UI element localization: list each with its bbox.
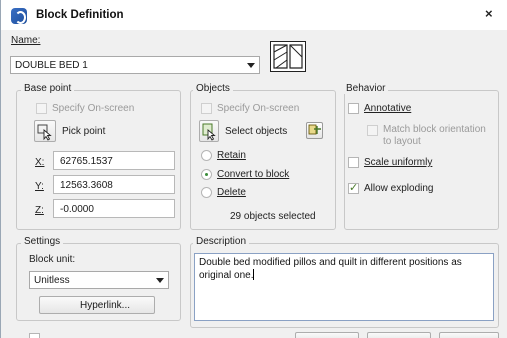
- quick-select-button[interactable]: [306, 122, 323, 139]
- pick-point-button[interactable]: [34, 120, 56, 142]
- select-objects-icon: [202, 123, 216, 141]
- pick-point-icon: [37, 124, 52, 141]
- hyperlink-button[interactable]: Hyperlink...: [39, 296, 155, 314]
- annotative-label[interactable]: Annotative: [364, 103, 411, 114]
- match-orientation-checkbox[interactable]: [367, 125, 378, 136]
- scale-uniformly-label[interactable]: Scale uniformly: [364, 157, 432, 168]
- quick-select-icon: [308, 124, 321, 135]
- cancel-button[interactable]: [367, 332, 431, 338]
- objects-specify-onscreen-label: Specify On-screen: [217, 103, 300, 114]
- annotative-checkbox[interactable]: [348, 103, 359, 114]
- allow-exploding-label[interactable]: Allow exploding: [364, 183, 434, 194]
- match-orientation-label-line1: Match block orientation: [383, 124, 486, 135]
- convert-to-block-radio[interactable]: [201, 169, 212, 180]
- x-value: 62765.1537: [60, 156, 113, 167]
- name-value: DOUBLE BED 1: [15, 60, 88, 71]
- name-combobox[interactable]: DOUBLE BED 1: [10, 56, 260, 74]
- x-coordinate-input[interactable]: 62765.1537: [53, 151, 175, 170]
- block-definition-dialog: Block Definition × Name: DOUBLE BED 1 Ba…: [0, 0, 507, 338]
- z-coordinate-input[interactable]: -0.0000: [53, 199, 175, 218]
- dialog-title: Block Definition: [36, 9, 124, 21]
- objects-title: Objects: [193, 83, 233, 94]
- block-preview-icon: [270, 41, 306, 72]
- block-unit-label: Block unit:: [29, 254, 76, 265]
- objects-selected-status: 29 objects selected: [230, 211, 316, 222]
- autocad-logo-icon: [11, 8, 27, 24]
- hyperlink-label: Hyperlink...: [80, 300, 131, 311]
- description-title: Description: [193, 236, 250, 247]
- scale-uniformly-checkbox[interactable]: [348, 157, 359, 168]
- description-text: Double bed modified pillos and quilt in …: [199, 257, 489, 282]
- name-label: Name:: [11, 35, 41, 46]
- open-in-editor-checkbox[interactable]: [29, 333, 40, 338]
- ok-button[interactable]: [295, 332, 359, 338]
- base-point-title: Base point: [21, 83, 75, 94]
- convert-to-block-label[interactable]: Convert to block: [217, 169, 289, 180]
- allow-exploding-checkbox[interactable]: [348, 181, 359, 194]
- base-specify-onscreen-checkbox[interactable]: [36, 103, 47, 114]
- x-label: X:: [35, 157, 45, 168]
- retain-label[interactable]: Retain: [217, 150, 246, 161]
- select-objects-label[interactable]: Select objects: [225, 126, 287, 137]
- y-label: Y:: [35, 181, 44, 192]
- delete-radio[interactable]: [201, 187, 212, 198]
- select-objects-button[interactable]: [199, 120, 219, 142]
- retain-radio[interactable]: [201, 150, 212, 161]
- close-icon[interactable]: ×: [485, 6, 493, 21]
- z-value: -0.0000: [60, 204, 94, 215]
- description-textarea[interactable]: Double bed modified pillos and quilt in …: [194, 253, 494, 321]
- match-orientation-label-line2: to layout: [383, 136, 421, 147]
- behavior-title: Behavior: [343, 83, 389, 94]
- text-cursor: [253, 269, 255, 280]
- title-bar: Block Definition ×: [1, 0, 507, 30]
- delete-label[interactable]: Delete: [217, 187, 246, 198]
- settings-title: Settings: [21, 236, 64, 247]
- chevron-down-icon[interactable]: [156, 278, 164, 283]
- base-specify-onscreen-label: Specify On-screen: [52, 103, 135, 114]
- help-button[interactable]: [439, 332, 499, 338]
- z-label: Z:: [35, 205, 44, 216]
- y-value: 12563.3608: [60, 180, 113, 191]
- chevron-down-icon[interactable]: [247, 63, 255, 68]
- y-coordinate-input[interactable]: 12563.3608: [53, 175, 175, 194]
- pick-point-label[interactable]: Pick point: [62, 126, 105, 137]
- objects-specify-onscreen-checkbox[interactable]: [201, 103, 212, 114]
- block-unit-select[interactable]: Unitless: [29, 271, 169, 289]
- block-unit-value: Unitless: [34, 275, 70, 286]
- description-value: Double bed modified pillos and quilt in …: [199, 257, 462, 281]
